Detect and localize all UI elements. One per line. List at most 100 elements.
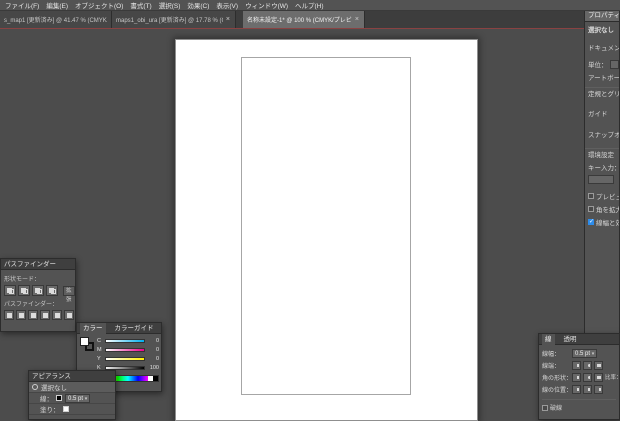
projecting-cap-icon[interactable]: [594, 360, 603, 370]
close-tab-icon[interactable]: ×: [225, 16, 231, 23]
rectangle-object[interactable]: [241, 57, 411, 395]
tab-stroke[interactable]: 線: [542, 334, 555, 345]
tab-transparency[interactable]: 透明: [561, 334, 580, 345]
cyan-slider-label: C: [97, 338, 101, 344]
cyan-slider[interactable]: [105, 339, 145, 343]
stroke-weight-value: 0.5 pt: [575, 350, 591, 357]
target-icon: [32, 384, 38, 390]
document-tab-1[interactable]: s_map1 [更新済み] @ 41.47 % (CMYK/プレビュー): [0, 11, 112, 28]
round-cap-icon[interactable]: [583, 360, 592, 370]
document-tab-2[interactable]: maps1_obi_ura [更新済み] @ 17.78 % (CMYK/プレビ…: [112, 11, 236, 28]
divide-icon[interactable]: [4, 310, 14, 320]
guides-label[interactable]: ガイド: [585, 111, 619, 119]
snap-options-label[interactable]: スナップオプション: [585, 132, 619, 140]
round-join-icon[interactable]: [583, 372, 592, 382]
tab-color[interactable]: カラー: [80, 323, 106, 334]
scale-corners-label: 角を拡大・縮小: [596, 207, 619, 214]
intersect-icon[interactable]: [32, 285, 44, 296]
yellow-value[interactable]: 0: [147, 356, 159, 362]
stroke-row-label: 線：: [40, 396, 53, 403]
magenta-slider[interactable]: [105, 348, 145, 352]
no-selection-label: 選択なし: [588, 27, 614, 34]
outline-icon[interactable]: [52, 310, 62, 320]
menu-item-effect[interactable]: 効果(C): [187, 0, 209, 10]
fill-proxy-icon[interactable]: [80, 337, 89, 346]
menu-item-object[interactable]: オブジェクト(O): [75, 0, 123, 10]
chevron-down-icon: ▾: [84, 395, 88, 402]
fill-stroke-proxy[interactable]: [80, 337, 94, 351]
crop-icon[interactable]: [40, 310, 50, 320]
white-black-swatches[interactable]: [148, 376, 158, 381]
illustrator-window: { "menubar": { "items": ["ファイル(F)", "編集(…: [0, 0, 620, 421]
preview-bounds-label: プレビュー境界: [596, 194, 619, 201]
miter-join-icon[interactable]: [572, 372, 581, 382]
corner-label: 角の形状：: [542, 375, 573, 382]
pathfinder-panel: パスファインダー 形状モード： 拡張 パスファインダー：: [0, 258, 76, 332]
pathfinder-panel-header[interactable]: パスファインダー: [1, 259, 75, 270]
artboard[interactable]: [175, 39, 478, 421]
stroke-weight-label: 線幅：: [542, 351, 561, 358]
yellow-slider[interactable]: [105, 357, 145, 361]
preview-bounds-checkbox[interactable]: [588, 193, 594, 199]
artboard-section-label[interactable]: アートボード: [585, 75, 619, 83]
appearance-row-no-selection[interactable]: 選択なし: [29, 382, 115, 393]
close-tab-icon[interactable]: ×: [354, 16, 360, 23]
document-section-label: ドキュメント: [588, 45, 620, 52]
stroke-panel: 線 透明 線幅： 0.5 pt ▾ 線端： 角の形状： 比率： 線の位置： 破線: [538, 333, 620, 420]
appearance-panel-header[interactable]: アピアランス: [29, 371, 115, 382]
appearance-row-stroke[interactable]: 線： 0.5 pt ▾: [29, 393, 115, 404]
align-inside-icon[interactable]: [583, 384, 592, 394]
magenta-value[interactable]: 0: [147, 347, 159, 353]
trim-icon[interactable]: [16, 310, 26, 320]
stroke-weight-value: 0.5 pt: [68, 395, 84, 402]
menu-item-select[interactable]: 選択(S): [159, 0, 181, 10]
butt-cap-icon[interactable]: [572, 360, 581, 370]
bevel-join-icon[interactable]: [594, 372, 603, 382]
menu-item-type[interactable]: 書式(T): [130, 0, 151, 10]
black-value[interactable]: 100: [147, 365, 159, 371]
align-outside-icon[interactable]: [594, 384, 603, 394]
ratio-label: 比率：: [605, 375, 620, 381]
stroke-weight-combo[interactable]: 0.5 pt ▾: [572, 348, 598, 358]
scale-corners-checkbox[interactable]: [588, 206, 594, 212]
minus-back-icon[interactable]: [64, 310, 74, 320]
document-tab-label: 名称未設定-1* @ 100 % (CMYK/プレビュー): [247, 18, 352, 24]
rulers-grid-label[interactable]: 定規とグリッド: [585, 91, 619, 99]
magenta-slider-label: M: [97, 347, 102, 353]
stroke-color-swatch[interactable]: [56, 395, 62, 401]
tab-color-guide[interactable]: カラーガイド: [112, 323, 157, 334]
appearance-panel-title: アピアランス: [32, 373, 71, 380]
pathfinder-panel-title: パスファインダー: [4, 261, 56, 268]
stroke-weight-dropdown[interactable]: 0.5 pt ▾: [65, 393, 91, 403]
menu-item-view[interactable]: 表示(V): [216, 0, 238, 10]
fill-color-swatch[interactable]: [62, 406, 69, 412]
appearance-row-fill[interactable]: 塗り：: [29, 404, 115, 415]
exclude-icon[interactable]: [46, 285, 58, 296]
menu-item-file[interactable]: ファイル(F): [5, 0, 39, 10]
minus-front-icon[interactable]: [18, 285, 30, 296]
menu-item-edit[interactable]: 編集(E): [46, 0, 68, 10]
scale-strokes-effects-label: 線幅と効果を拡大・縮小: [596, 220, 619, 227]
fill-row-label: 塗り：: [40, 407, 60, 414]
units-label: 単位：: [588, 62, 608, 69]
units-dropdown[interactable]: [609, 59, 619, 69]
dashed-line-checkbox[interactable]: [542, 404, 548, 411]
document-tab-label: maps1_obi_ura [更新済み] @ 17.78 % (CMYK/プレビ…: [116, 18, 223, 24]
cap-label: 線端：: [542, 363, 561, 370]
divider: [542, 399, 616, 400]
shape-modes-label: 形状モード：: [4, 277, 41, 283]
align-stroke-label: 線の位置：: [542, 387, 573, 394]
unite-icon[interactable]: [4, 285, 16, 296]
pathfinder-label: パスファインダー：: [4, 302, 59, 308]
expand-button[interactable]: 拡張: [63, 285, 75, 303]
key-input-field[interactable]: [588, 175, 614, 184]
menu-item-help[interactable]: ヘルプ(H): [295, 0, 324, 10]
cyan-value[interactable]: 0: [147, 338, 159, 344]
yellow-slider-label: Y: [97, 356, 101, 362]
document-tab-active[interactable]: 名称未設定-1* @ 100 % (CMYK/プレビュー) ×: [243, 11, 365, 28]
menu-item-window[interactable]: ウィンドウ(W): [245, 0, 288, 10]
scale-strokes-effects-checkbox[interactable]: [588, 218, 594, 225]
align-center-icon[interactable]: [572, 384, 581, 394]
dashed-line-label: 破線: [550, 406, 563, 412]
merge-icon[interactable]: [28, 310, 38, 320]
